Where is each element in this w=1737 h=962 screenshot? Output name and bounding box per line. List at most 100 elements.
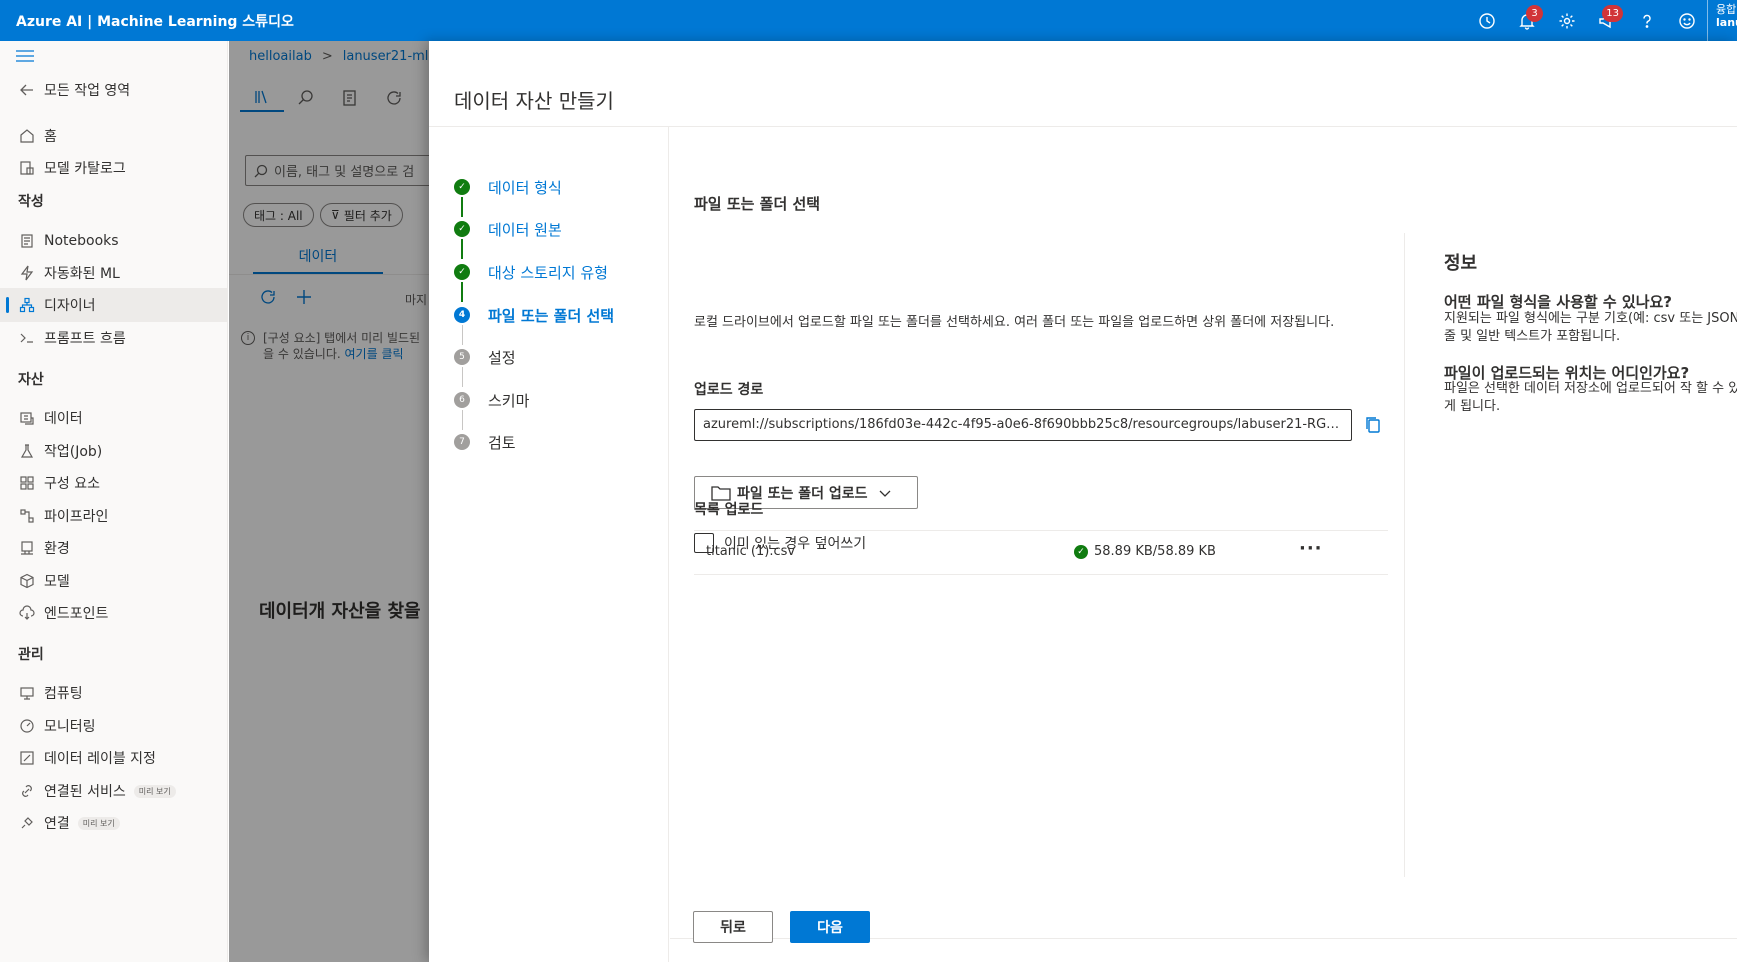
nav-label: 컴퓨팅 bbox=[44, 686, 83, 702]
nav-section-manage: 관리 bbox=[18, 647, 44, 663]
user-account[interactable]: 융합 lanu bbox=[1707, 0, 1737, 41]
step-data-source[interactable]: ✓ 데이터 원본 bbox=[454, 217, 562, 241]
step-review[interactable]: 7 검토 bbox=[454, 430, 516, 454]
help-icon[interactable] bbox=[1627, 0, 1667, 41]
panel-title: 데이터 자산 만들기 bbox=[454, 89, 614, 113]
gauge-icon bbox=[18, 717, 36, 735]
chevron-down-icon bbox=[879, 490, 891, 497]
nav-label: 디자이너 bbox=[44, 298, 96, 314]
upload-list-row: titanic (1).csv ✓ 58.89 KB/58.89 KB ··· bbox=[694, 530, 1388, 575]
label-edit-icon bbox=[18, 749, 36, 767]
back-button[interactable]: 뒤로 bbox=[693, 911, 773, 943]
notebook-icon bbox=[18, 232, 36, 250]
plug-icon bbox=[18, 814, 36, 832]
nav-item-prompt-flow[interactable]: 프롬프트 흐름 bbox=[0, 321, 228, 355]
step-label: 대상 스토리지 유형 bbox=[488, 263, 608, 282]
announcement-badge: 13 bbox=[1602, 5, 1623, 22]
info-title: 정보 bbox=[1444, 253, 1478, 274]
step-connector bbox=[461, 282, 463, 302]
top-bar-actions: 3 13 융합 lanu bbox=[1467, 0, 1737, 41]
step-number: 5 bbox=[454, 349, 470, 365]
step-number: 4 bbox=[454, 307, 470, 323]
section-description: 로컬 드라이브에서 업로드할 파일 또는 폴더를 선택하세요. 여러 폴더 또는… bbox=[694, 315, 1335, 330]
step-label: 데이터 형식 bbox=[488, 178, 562, 197]
arrow-left-icon bbox=[18, 81, 36, 99]
step-connector bbox=[462, 410, 463, 430]
nav-section-assets: 자산 bbox=[18, 372, 44, 388]
more-options-icon[interactable]: ··· bbox=[1299, 538, 1323, 559]
components-icon bbox=[18, 474, 36, 492]
nav-item-jobs[interactable]: 작업(Job) bbox=[0, 434, 228, 468]
nav-item-automl[interactable]: 자동화된 ML bbox=[0, 256, 228, 290]
step-schema[interactable]: 6 스키마 bbox=[454, 388, 529, 412]
upload-list-label: 목록 업로드 bbox=[694, 502, 764, 518]
nav-item-endpoints[interactable]: 엔드포인트 bbox=[0, 596, 228, 630]
user-line-2: lanu bbox=[1716, 16, 1737, 29]
info-answer-2: 파일은 선택한 데이터 저장소에 업로드되어 작 할 수 있게 됩니다. bbox=[1444, 381, 1737, 414]
catalog-icon bbox=[18, 159, 36, 177]
nav-label: 파이프라인 bbox=[44, 509, 109, 525]
modal-overlay bbox=[229, 41, 429, 962]
file-name: titanic (1).csv bbox=[706, 544, 796, 559]
nav-item-compute[interactable]: 컴퓨팅 bbox=[0, 676, 228, 710]
check-icon: ✓ bbox=[454, 221, 470, 237]
nav-label: 모델 bbox=[44, 574, 70, 590]
preview-badge: 미리 보기 bbox=[77, 816, 120, 830]
next-button[interactable]: 다음 bbox=[790, 911, 870, 943]
create-data-asset-panel: 데이터 자산 만들기 ✓ 데이터 형식 ✓ 데이터 원본 ✓ 대상 스토리지 유… bbox=[429, 41, 1737, 962]
nav-item-data-labeling[interactable]: 데이터 레이블 지정 bbox=[0, 741, 228, 775]
clock-icon[interactable] bbox=[1467, 0, 1507, 41]
step-connector bbox=[462, 367, 463, 387]
nav-item-home[interactable]: 홈 bbox=[0, 119, 228, 153]
step-select-file[interactable]: 4 파일 또는 폴더 선택 bbox=[454, 303, 614, 327]
nav-item-notebooks[interactable]: Notebooks bbox=[0, 224, 228, 258]
nav-item-components[interactable]: 구성 요소 bbox=[0, 466, 228, 500]
step-label: 설정 bbox=[488, 348, 516, 367]
nav-label: 연결 bbox=[44, 816, 70, 832]
nav-label: 모델 카탈로그 bbox=[44, 161, 126, 177]
app-title[interactable]: Azure AI | Machine Learning 스튜디오 bbox=[16, 11, 294, 31]
flask-icon bbox=[18, 442, 36, 460]
upload-path-field[interactable]: azureml://subscriptions/186fd03e-442c-4f… bbox=[694, 409, 1352, 441]
nav-label: 데이터 레이블 지정 bbox=[44, 751, 156, 767]
hamburger-icon[interactable] bbox=[16, 49, 34, 63]
endpoint-icon bbox=[18, 604, 36, 622]
home-icon bbox=[18, 127, 36, 145]
nav-label: 자동화된 ML bbox=[44, 266, 120, 282]
copy-icon[interactable] bbox=[1362, 414, 1384, 436]
gear-icon[interactable] bbox=[1547, 0, 1587, 41]
smiley-icon[interactable] bbox=[1667, 0, 1707, 41]
step-label: 데이터 원본 bbox=[488, 220, 562, 239]
nav-label: 데이터 bbox=[44, 411, 83, 427]
nav-item-pipelines[interactable]: 파이프라인 bbox=[0, 499, 228, 533]
nav-item-linked-services[interactable]: 연결된 서비스 미리 보기 bbox=[0, 774, 228, 808]
computer-icon bbox=[18, 684, 36, 702]
check-icon: ✓ bbox=[454, 179, 470, 195]
step-settings[interactable]: 5 설정 bbox=[454, 345, 516, 369]
cube-icon bbox=[18, 572, 36, 590]
info-answer-1: 지원되는 파일 형식에는 구분 기호(예: csv 또는 JSON 줄 및 일반… bbox=[1444, 311, 1737, 344]
nav-item-environments[interactable]: 환경 bbox=[0, 531, 228, 565]
step-connector bbox=[462, 325, 463, 345]
step-storage-type[interactable]: ✓ 대상 스토리지 유형 bbox=[454, 260, 608, 284]
bell-icon[interactable]: 3 bbox=[1507, 0, 1547, 41]
nav-label: 작업(Job) bbox=[44, 444, 103, 460]
nav-item-data[interactable]: 데이터 bbox=[0, 401, 228, 435]
nav-item-connections[interactable]: 연결 미리 보기 bbox=[0, 806, 228, 840]
nav-item-models[interactable]: 모델 bbox=[0, 564, 228, 598]
info-question-1: 어떤 파일 형식을 사용할 수 있나요? bbox=[1444, 293, 1673, 311]
nav-item-model-catalog[interactable]: 모델 카탈로그 bbox=[0, 151, 228, 185]
nav-item-monitoring[interactable]: 모니터링 bbox=[0, 709, 228, 743]
preview-badge: 미리 보기 bbox=[133, 784, 176, 798]
nav-item-designer[interactable]: 디자이너 bbox=[0, 288, 228, 322]
nav-label: 홈 bbox=[44, 129, 57, 145]
nav-back-all-workspaces[interactable]: 모든 작업 영역 bbox=[0, 73, 228, 107]
check-icon: ✓ bbox=[454, 264, 470, 280]
file-size: ✓ 58.89 KB/58.89 KB bbox=[1074, 544, 1216, 559]
step-label: 검토 bbox=[488, 433, 516, 452]
step-data-type[interactable]: ✓ 데이터 형식 bbox=[454, 175, 562, 199]
nav-section-author: 작성 bbox=[18, 194, 44, 210]
megaphone-icon[interactable]: 13 bbox=[1587, 0, 1627, 41]
success-icon: ✓ bbox=[1074, 544, 1088, 559]
nav-back-label: 모든 작업 영역 bbox=[44, 83, 131, 99]
